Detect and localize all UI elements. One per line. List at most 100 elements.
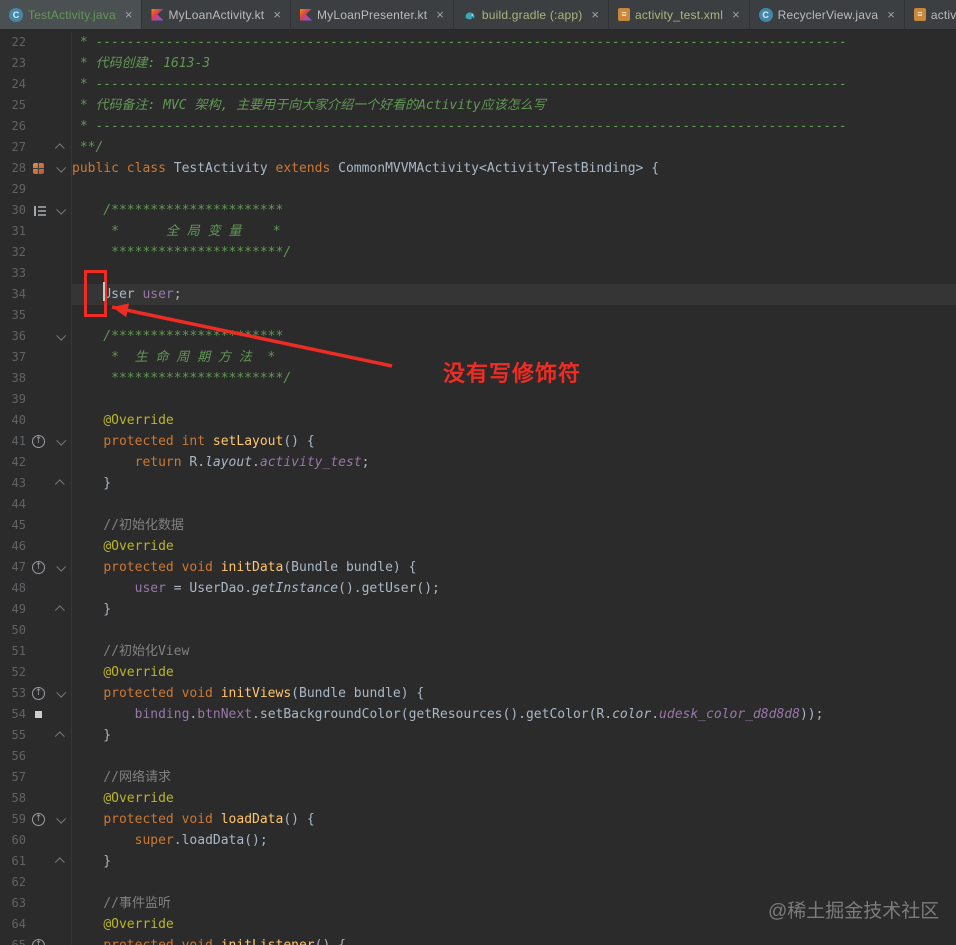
code-line-41[interactable]: 41 ↑ protected int setLayout() { [0,431,956,452]
code-line-51[interactable]: 51 //初始化View [0,641,956,662]
gutter[interactable]: 61 [0,851,72,872]
line-number[interactable]: 64 [0,914,26,935]
tab-build-gradle-app[interactable]: build.gradle (:app) × [454,0,609,29]
tab-close-icon[interactable]: × [436,8,444,21]
line-number[interactable]: 41 [0,431,26,452]
override-method-icon[interactable]: ↑ [32,813,45,826]
code-line-59[interactable]: 59 ↑ protected void loadData() { [0,809,956,830]
code-line-40[interactable]: 40 @Override [0,410,956,431]
code-line-44[interactable]: 44 [0,494,956,515]
line-number[interactable]: 32 [0,242,26,263]
line-number[interactable]: 48 [0,578,26,599]
gutter[interactable]: 35 [0,305,72,326]
code-line-48[interactable]: 48 user = UserDao.getInstance().getUser(… [0,578,956,599]
fold-marker-icon[interactable] [54,143,65,154]
gutter[interactable]: 22 [0,32,72,53]
line-number[interactable]: 33 [0,263,26,284]
line-number[interactable]: 51 [0,641,26,662]
code-line-62[interactable]: 62 [0,872,956,893]
line-number[interactable]: 44 [0,494,26,515]
gutter[interactable]: 60 [0,830,72,851]
line-number[interactable]: 65 [0,935,26,945]
code-line-52[interactable]: 52 @Override [0,662,956,683]
line-number[interactable]: 57 [0,767,26,788]
code-line-49[interactable]: 49 } [0,599,956,620]
gutter[interactable]: 48 [0,578,72,599]
tab-close-icon[interactable]: × [887,8,895,21]
code-line-33[interactable]: 33 [0,263,956,284]
gutter[interactable]: 64 [0,914,72,935]
override-method-icon[interactable]: ↑ [32,939,45,945]
gutter[interactable]: 54 [0,704,72,725]
gutter[interactable]: 42 [0,452,72,473]
code-line-65[interactable]: 65 ↑ protected void initListener() { [0,935,956,945]
line-number[interactable]: 25 [0,95,26,116]
code-line-36[interactable]: 36 /********************** [0,326,956,347]
line-number[interactable]: 22 [0,32,26,53]
line-number[interactable]: 30 [0,200,26,221]
code-line-25[interactable]: 25 * 代码备注: MVC 架构, 主要用于向大家介绍一个好看的Activit… [0,95,956,116]
tab-activ[interactable]: ≡activ× [905,0,956,29]
code-line-22[interactable]: 22 * -----------------------------------… [0,32,956,53]
line-number[interactable]: 38 [0,368,26,389]
gutter[interactable]: 46 [0,536,72,557]
tab-testactivity-java[interactable]: C TestActivity.java × [0,0,143,29]
gutter[interactable]: 59 ↑ [0,809,72,830]
line-number[interactable]: 42 [0,452,26,473]
gutter[interactable]: 43 [0,473,72,494]
code-line-47[interactable]: 47 ↑ protected void initData(Bundle bundl… [0,557,956,578]
override-method-icon[interactable]: ↑ [32,561,45,574]
fold-marker-icon[interactable] [56,162,67,173]
gutter[interactable]: 28 [0,158,72,179]
gutter[interactable]: 29 [0,179,72,200]
gutter[interactable]: 45 [0,515,72,536]
code-line-31[interactable]: 31 * 全 局 变 量 * [0,221,956,242]
gutter[interactable]: 62 [0,872,72,893]
fold-marker-icon[interactable] [54,857,65,868]
gutter[interactable]: 30 [0,200,72,221]
code-line-61[interactable]: 61 } [0,851,956,872]
fold-marker-icon[interactable] [54,731,65,742]
line-number[interactable]: 62 [0,872,26,893]
gutter[interactable]: 32 [0,242,72,263]
code-line-24[interactable]: 24 * -----------------------------------… [0,74,956,95]
gutter[interactable]: 51 [0,641,72,662]
gutter[interactable]: 37 [0,347,72,368]
gutter[interactable]: 39 [0,389,72,410]
tab-myloanactivity-kt[interactable]: MyLoanActivity.kt × [142,0,291,29]
gutter[interactable]: 47 ↑ [0,557,72,578]
line-number[interactable]: 60 [0,830,26,851]
code-line-60[interactable]: 60 super.loadData(); [0,830,956,851]
gutter[interactable]: 36 [0,326,72,347]
gutter[interactable]: 40 [0,410,72,431]
fold-marker-icon[interactable] [56,561,67,572]
override-method-icon[interactable]: ↑ [32,435,45,448]
gutter[interactable]: 44 [0,494,72,515]
line-number[interactable]: 45 [0,515,26,536]
gutter[interactable]: 26 [0,116,72,137]
gutter[interactable]: 63 [0,893,72,914]
gutter[interactable]: 56 [0,746,72,767]
line-number[interactable]: 55 [0,725,26,746]
line-number[interactable]: 56 [0,746,26,767]
code-line-34[interactable]: 34 User user; [0,284,956,305]
code-line-57[interactable]: 57 //网络请求 [0,767,956,788]
code-line-55[interactable]: 55 } [0,725,956,746]
tab-activity-test-xml[interactable]: ≡ activity_test.xml × [609,0,750,29]
line-number[interactable]: 54 [0,704,26,725]
code-line-50[interactable]: 50 [0,620,956,641]
code-editor[interactable]: 22 * -----------------------------------… [0,30,956,945]
tab-myloanpresenter-kt[interactable]: MyLoanPresenter.kt × [291,0,454,29]
code-line-45[interactable]: 45 //初始化数据 [0,515,956,536]
line-number[interactable]: 61 [0,851,26,872]
gutter[interactable]: 52 [0,662,72,683]
code-line-42[interactable]: 42 return R.layout.activity_test; [0,452,956,473]
fold-marker-icon[interactable] [56,435,67,446]
line-number[interactable]: 23 [0,53,26,74]
line-number[interactable]: 49 [0,599,26,620]
line-number[interactable]: 29 [0,179,26,200]
line-number[interactable]: 58 [0,788,26,809]
override-method-icon[interactable]: ↑ [32,687,45,700]
tab-close-icon[interactable]: × [591,8,599,21]
gutter[interactable]: 24 [0,74,72,95]
